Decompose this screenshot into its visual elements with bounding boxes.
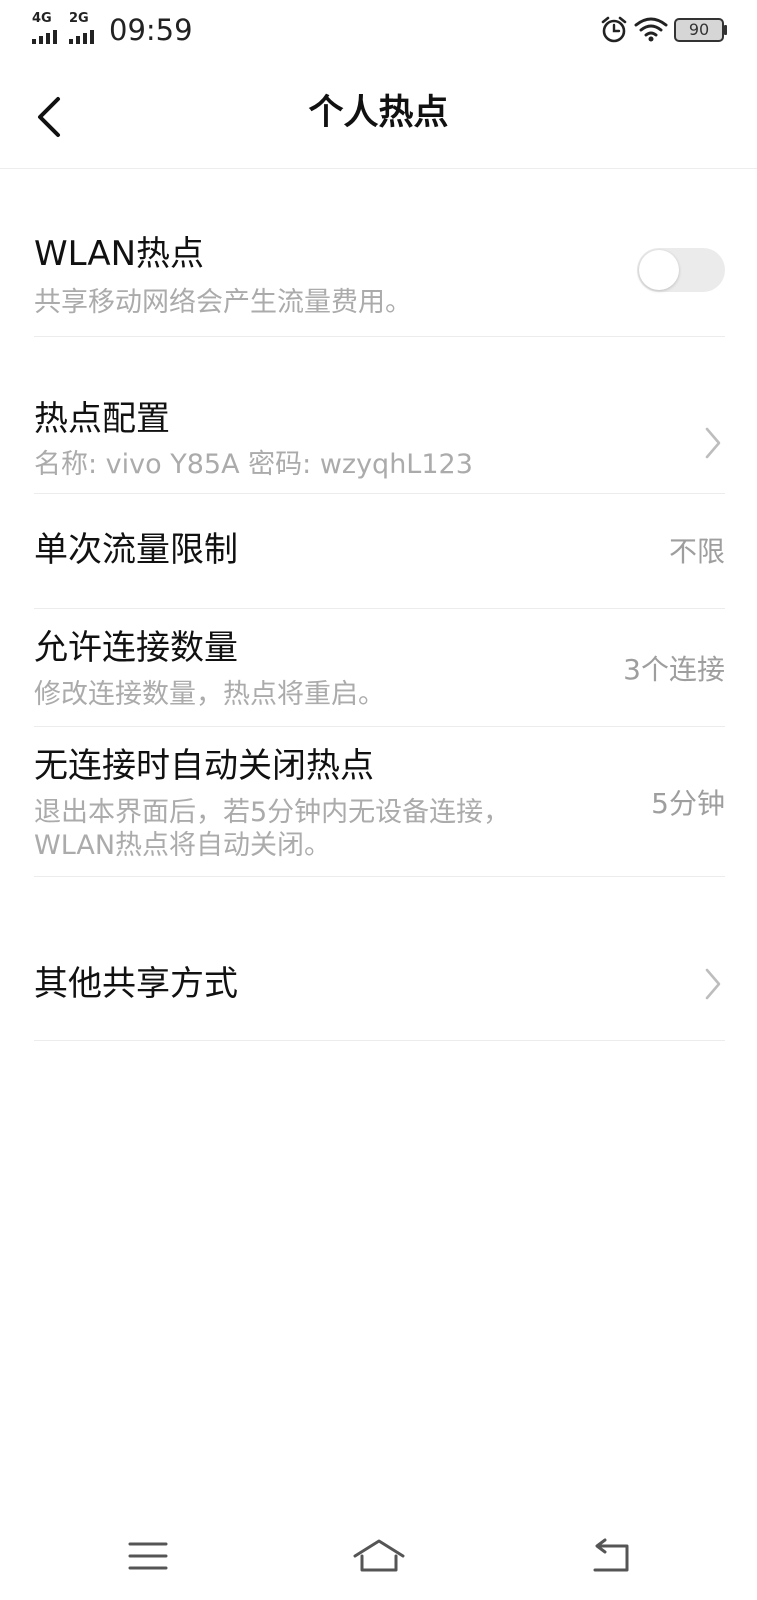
status-time: 09:59 bbox=[109, 13, 193, 47]
data-limit-value: 不限 bbox=[668, 535, 725, 568]
data-limit-title: 单次流量限制 bbox=[34, 530, 238, 570]
other-sharing-title: 其他共享方式 bbox=[34, 964, 238, 1004]
auto-off-title: 无连接时自动关闭热点 bbox=[34, 746, 374, 786]
wifi-icon bbox=[634, 17, 668, 42]
auto-off-subtitle-line1: 退出本界面后，若5分钟内无设备连接， bbox=[34, 797, 511, 828]
status-bar: 4G 2G 09:59 90 bbox=[0, 0, 757, 60]
battery-icon: 90 bbox=[674, 18, 727, 42]
max-connections-title: 允许连接数量 bbox=[34, 628, 238, 668]
alarm-icon bbox=[601, 16, 627, 43]
menu-icon[interactable] bbox=[118, 1534, 178, 1578]
network-indicator-2g: 2G bbox=[69, 12, 103, 44]
max-connections-value: 3个连接 bbox=[623, 653, 725, 686]
home-icon[interactable] bbox=[349, 1534, 409, 1578]
auto-off-value: 5分钟 bbox=[651, 787, 725, 820]
auto-off-subtitle-line2: WLAN热点将自动关闭。 bbox=[34, 830, 332, 861]
other-sharing-row[interactable]: 其他共享方式 bbox=[34, 924, 725, 1041]
auto-off-row[interactable]: 无连接时自动关闭热点 退出本界面后，若5分钟内无设备连接， WLAN热点将自动关… bbox=[34, 726, 725, 877]
max-connections-subtitle: 修改连接数量，热点将重启。 bbox=[34, 679, 385, 710]
chevron-right-icon bbox=[705, 427, 721, 459]
signal-bars-icon bbox=[32, 30, 57, 44]
wlan-hotspot-subtitle: 共享移动网络会产生流量费用。 bbox=[34, 287, 412, 318]
toggle-knob bbox=[639, 250, 679, 290]
network-type-label: 2G bbox=[69, 11, 89, 26]
hotspot-config-row[interactable]: 热点配置 名称: vivo Y85A 密码: wzyqhL123 bbox=[34, 393, 725, 494]
network-indicator-4g: 4G bbox=[32, 12, 66, 44]
back-icon[interactable] bbox=[581, 1534, 641, 1578]
network-type-label: 4G bbox=[32, 11, 52, 26]
chevron-right-icon bbox=[705, 968, 721, 1000]
wlan-hotspot-title: WLAN热点 bbox=[34, 234, 205, 274]
hotspot-config-title: 热点配置 bbox=[34, 399, 170, 439]
wlan-hotspot-row[interactable]: WLAN热点 共享移动网络会产生流量费用。 bbox=[34, 228, 725, 337]
data-limit-row[interactable]: 单次流量限制 不限 bbox=[34, 493, 725, 609]
signal-bars-icon bbox=[69, 30, 94, 44]
battery-level-text: 90 bbox=[688, 20, 710, 39]
wlan-hotspot-toggle[interactable] bbox=[637, 248, 725, 292]
header: 个人热点 bbox=[0, 60, 757, 169]
hotspot-config-subtitle: 名称: vivo Y85A 密码: wzyqhL123 bbox=[34, 449, 473, 480]
max-connections-row[interactable]: 允许连接数量 修改连接数量，热点将重启。 3个连接 bbox=[34, 608, 725, 727]
page-title: 个人热点 bbox=[308, 93, 449, 133]
navigation-bar bbox=[0, 1520, 757, 1600]
